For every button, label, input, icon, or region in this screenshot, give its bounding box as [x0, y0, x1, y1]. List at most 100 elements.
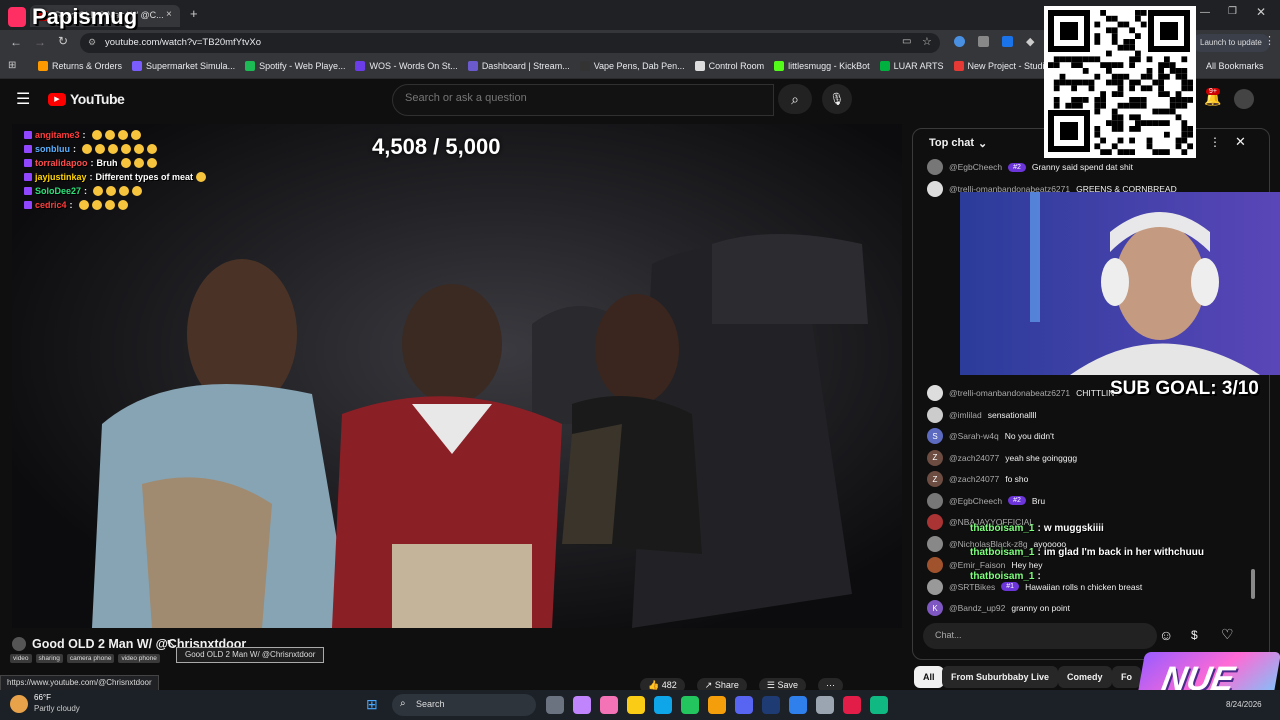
bookmark-item[interactable]: Dashboard | Stream... — [467, 61, 570, 71]
bookmark-star-icon[interactable]: ☆ — [922, 35, 932, 48]
bookmark-item[interactable]: Returns & Orders — [38, 61, 122, 71]
chat-author[interactable]: @imlilad — [949, 410, 982, 420]
video-tag[interactable]: sharing — [35, 654, 63, 663]
taskbar-app-icon[interactable] — [600, 696, 618, 714]
bookmark-item[interactable]: WOS - Words On St... — [355, 61, 458, 71]
extension-icon[interactable]: ◆ — [1026, 35, 1034, 48]
back-arrow-icon[interactable]: ← — [10, 35, 22, 49]
thumbs-up-icon: 👍 — [648, 680, 660, 690]
search-box[interactable] — [392, 84, 774, 116]
emoji-icon[interactable]: ☺ — [1159, 627, 1173, 643]
qr-module — [1135, 97, 1141, 103]
chat-mode-dropdown[interactable]: Top chat ⌄ — [929, 137, 987, 150]
extension-icon[interactable] — [954, 36, 965, 47]
taskbar-app-icon[interactable] — [654, 696, 672, 714]
forward-arrow-icon[interactable]: → — [34, 35, 46, 49]
chat-author[interactable]: @trelli-omanbandonabeatz6271 — [949, 388, 1070, 398]
chat-input[interactable]: Chat... — [923, 623, 1157, 649]
chat-avatar[interactable] — [927, 535, 943, 552]
filter-chip[interactable]: All — [914, 666, 944, 688]
taskbar-app-icon[interactable] — [708, 696, 726, 714]
video-tag[interactable]: video phone — [118, 654, 160, 663]
new-tab-plus-icon[interactable]: + — [190, 6, 198, 21]
chat-more-icon[interactable]: ⋮ — [1209, 135, 1221, 149]
channel-avatar[interactable] — [12, 637, 26, 651]
taskbar-app-icon[interactable] — [870, 696, 888, 714]
chat-author[interactable]: @Sarah-w4q — [949, 431, 999, 441]
extension-icon[interactable] — [978, 36, 989, 47]
filter-chip[interactable]: Fo — [1112, 666, 1141, 688]
bookmark-item[interactable]: littlesmugg - KickBot — [774, 61, 870, 71]
site-info-icon[interactable]: ⚙ — [88, 37, 96, 48]
taskbar-app-icon[interactable] — [762, 696, 780, 714]
chat-avatar[interactable] — [927, 385, 943, 401]
chat-avatar[interactable] — [927, 578, 943, 595]
update-button[interactable]: Launch to update — [1192, 34, 1270, 52]
weather-icon[interactable] — [10, 695, 28, 713]
browser-menu-icon[interactable]: ⋮ — [1264, 34, 1275, 47]
bookmark-item[interactable]: LUAR ARTS — [879, 61, 944, 71]
super-chat-icon[interactable]: $ — [1191, 628, 1198, 642]
video-tag[interactable]: camera phone — [66, 654, 115, 663]
cast-icon[interactable]: ▭ — [902, 36, 911, 47]
taskbar-app-icon[interactable] — [627, 696, 645, 714]
chat-avatar[interactable]: S — [927, 428, 943, 444]
minimize-icon[interactable]: — — [1200, 7, 1210, 18]
taskbar-app-icon[interactable] — [546, 696, 564, 714]
all-bookmarks-link[interactable]: All Bookmarks — [1206, 61, 1264, 71]
chat-avatar[interactable] — [927, 180, 943, 197]
hamburger-menu-icon[interactable]: ☰ — [16, 89, 30, 109]
filter-chip[interactable]: From Suburbbaby Live — [942, 666, 1059, 688]
taskbar-app-icon[interactable] — [843, 696, 861, 714]
chat-author[interactable]: @Bandz_up92 — [949, 603, 1005, 613]
taskbar-app-icon[interactable] — [816, 696, 834, 714]
apps-grid-icon[interactable]: ⊞ — [8, 60, 16, 71]
voice-search-button[interactable]: 🎙 — [822, 84, 852, 114]
search-input[interactable] — [403, 91, 757, 105]
chat-author[interactable]: @zach24077 — [949, 474, 999, 484]
search-button[interactable]: ⌕ — [778, 84, 812, 114]
windows-start-icon[interactable]: ⊞ — [366, 696, 378, 713]
taskbar-search[interactable]: ⌕ Search — [392, 694, 536, 716]
window-close-icon[interactable]: ✕ — [1256, 5, 1266, 19]
qr-module — [1135, 50, 1141, 57]
maximize-icon[interactable]: ❐ — [1228, 6, 1237, 17]
chat-author[interactable]: @EgbCheech — [949, 162, 1002, 172]
heart-icon[interactable]: ♡ — [1221, 626, 1234, 643]
laughing-emoji-icon — [196, 172, 207, 182]
filter-chip[interactable]: Comedy — [1058, 666, 1112, 688]
qr-module — [1117, 62, 1124, 68]
chat-avatar[interactable]: Z — [927, 471, 943, 487]
chat-avatar[interactable]: Z — [927, 449, 943, 466]
chat-text: Granny said spend dat shit — [1031, 162, 1133, 172]
chat-avatar[interactable] — [927, 557, 943, 573]
account-avatar[interactable] — [1234, 89, 1254, 109]
reload-icon[interactable]: ↻ — [58, 34, 68, 48]
youtube-logo[interactable]: ▶ YouTube — [48, 91, 125, 107]
chat-author[interactable]: @zach24077 — [949, 453, 999, 463]
chat-close-icon[interactable]: ✕ — [1235, 134, 1246, 150]
tab-close-icon[interactable]: × — [166, 9, 172, 20]
video-tag[interactable]: video — [10, 654, 32, 663]
chat-author[interactable]: @EgbCheech — [949, 496, 1002, 506]
qr-module — [1071, 97, 1077, 103]
chat-avatar[interactable] — [927, 159, 943, 175]
taskbar-app-icon[interactable] — [573, 696, 591, 714]
qr-module — [1123, 21, 1130, 28]
chat-avatar[interactable]: K — [927, 600, 943, 616]
bookmark-item[interactable]: Control Room — [694, 61, 764, 71]
taskbar-app-icon[interactable] — [735, 696, 753, 714]
bookmark-item[interactable]: New Project - Studio — [953, 61, 1050, 71]
chat-avatar[interactable] — [927, 406, 943, 423]
bookmark-item[interactable]: Supermarket Simula... — [132, 61, 235, 71]
taskbar-app-icon[interactable] — [681, 696, 699, 714]
bookmark-item[interactable]: Vape Pens, Dab Pen... — [579, 61, 685, 71]
video-player[interactable]: angitame3: sonbluu: torralidapoo: Bruh jayju… — [12, 124, 902, 628]
chat-input-placeholder: Chat... — [935, 630, 962, 640]
chat-avatar[interactable] — [927, 492, 943, 509]
taskbar-app-icon[interactable] — [789, 696, 807, 714]
bookmark-item[interactable]: Spotify - Web Playe... — [245, 61, 345, 71]
url-field[interactable]: ⚙ youtube.com/watch?v=TB20mfYtvXo ▭ ☆ — [80, 33, 940, 53]
extension-icon[interactable] — [1002, 36, 1013, 47]
chat-avatar[interactable] — [927, 514, 943, 530]
